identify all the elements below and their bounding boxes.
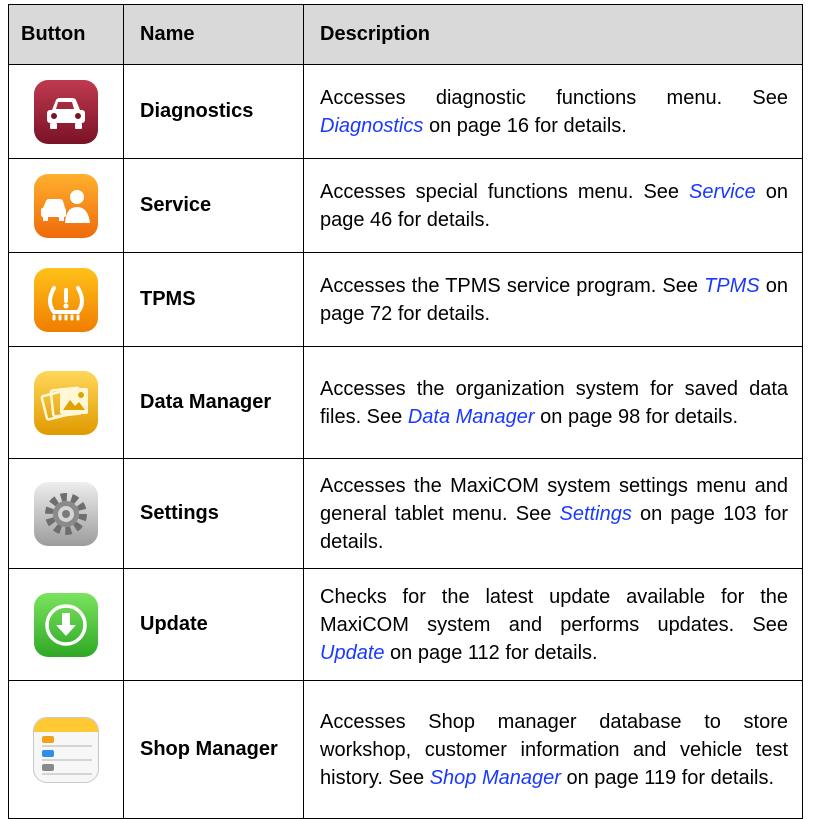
row-description: Checks for the latest update available f… [303, 568, 803, 681]
header-description: Description [303, 4, 803, 65]
page-link[interactable]: Settings [560, 503, 632, 525]
row-name: Diagnostics [123, 64, 304, 159]
table-row: Update Checks for the latest update avai… [8, 568, 803, 681]
table-header-row: Button Name Description [8, 4, 803, 65]
row-description: Accesses Shop manager database to store … [303, 680, 803, 819]
row-description: Accesses the organization system for sav… [303, 346, 803, 459]
download-icon [34, 592, 98, 657]
tire-pressure-icon [34, 267, 98, 332]
table-row: Data Manager Accesses the organization s… [8, 346, 803, 459]
row-name: Data Manager [123, 346, 304, 459]
photo-files-icon [34, 370, 98, 435]
row-name: Shop Manager [123, 680, 304, 819]
button-reference-table: Button Name Description Diagnostics Acce… [8, 4, 803, 819]
table-row: TPMS Accesses the TPMS service program. … [8, 252, 803, 347]
table-row: Settings Accesses the MaxiCOM system set… [8, 458, 803, 569]
page-link[interactable]: Data Manager [408, 406, 535, 428]
car-wrench-icon [34, 173, 98, 238]
row-description: Accesses special functions menu. See Ser… [303, 158, 803, 253]
row-name: Service [123, 158, 304, 253]
table-row: Diagnostics Accesses diagnostic function… [8, 64, 803, 159]
gear-icon [34, 481, 98, 546]
row-description: Accesses diagnostic functions menu. See … [303, 64, 803, 159]
row-name: Update [123, 568, 304, 681]
page-link[interactable]: Diagnostics [320, 115, 423, 137]
page-link[interactable]: Update [320, 642, 385, 664]
page-link[interactable]: TPMS [704, 275, 760, 297]
table-row: Service Accesses special functions menu.… [8, 158, 803, 253]
row-description: Accesses the TPMS service program. See T… [303, 252, 803, 347]
header-button: Button [8, 4, 124, 65]
row-name: TPMS [123, 252, 304, 347]
notepad-cars-icon [33, 716, 99, 783]
page-link[interactable]: Shop Manager [430, 767, 561, 789]
header-name: Name [123, 4, 304, 65]
table-row: Shop Manager Accesses Shop manager datab… [8, 680, 803, 819]
car-icon [34, 79, 98, 144]
row-description: Accesses the MaxiCOM system settings men… [303, 458, 803, 569]
page-link[interactable]: Service [689, 181, 756, 203]
row-name: Settings [123, 458, 304, 569]
